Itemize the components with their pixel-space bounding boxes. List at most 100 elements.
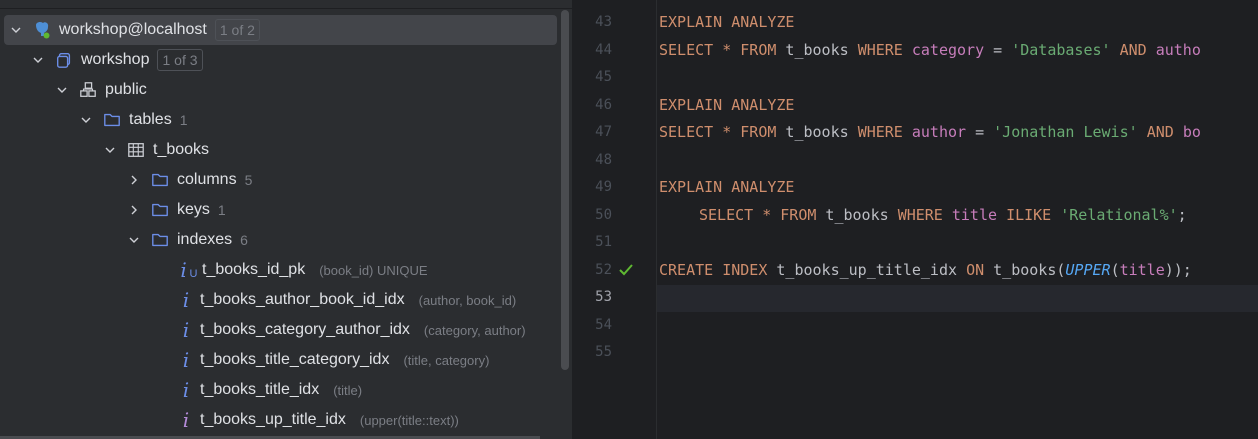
- tree-node-schema[interactable]: public: [0, 75, 572, 105]
- tree-node-tables[interactable]: tables 1: [0, 105, 572, 135]
- chevron-right-icon[interactable]: [126, 202, 142, 218]
- index-name: t_books_category_author_idx: [200, 321, 410, 338]
- line-number: 52: [595, 262, 612, 278]
- sql-star: *: [713, 41, 741, 59]
- tree-vertical-scrollbar[interactable]: [561, 10, 569, 370]
- datasource-label: workshop@localhost: [59, 21, 207, 38]
- tree-node-index[interactable]: i t_books_author_book_id_idx (author, bo…: [0, 285, 572, 315]
- sql-editor[interactable]: 43 44 45 46 47 48 49 50 51 52 53 54 55 E…: [572, 0, 1258, 439]
- sql-keyword: EXPLAIN ANALYZE: [659, 178, 795, 196]
- tree-node-index[interactable]: i t_books_title_idx (title): [0, 375, 572, 405]
- line-number: 54: [595, 317, 612, 333]
- sql-text: t_books: [816, 206, 898, 224]
- sql-column: category: [911, 41, 985, 59]
- datasource-count-badge[interactable]: 1 of 2: [214, 19, 260, 41]
- sql-column: bo: [1182, 123, 1201, 141]
- unique-index-icon: iU: [180, 258, 198, 282]
- database-icon: [54, 50, 74, 70]
- code-line[interactable]: SELECT * FROM t_books WHERE category = '…: [659, 37, 1201, 64]
- code-line[interactable]: EXPLAIN ANALYZE: [659, 174, 794, 201]
- sql-text: t_books: [776, 41, 858, 59]
- code-line[interactable]: CREATE INDEX t_books_up_title_idx ON t_b…: [659, 257, 1192, 284]
- tables-count: 1: [179, 112, 188, 128]
- tree-node-database[interactable]: workshop 1 of 3: [0, 45, 572, 75]
- index-icon: i: [182, 288, 190, 312]
- database-count-badge[interactable]: 1 of 3: [157, 49, 203, 71]
- code-line[interactable]: EXPLAIN ANALYZE: [659, 92, 794, 119]
- sql-keyword: EXPLAIN ANALYZE: [659, 96, 795, 114]
- sql-keyword: SELECT: [659, 123, 714, 141]
- tree-node-datasource[interactable]: workshop@localhost 1 of 2: [4, 15, 557, 45]
- sql-keyword: ON: [966, 261, 985, 279]
- tree-node-indexes[interactable]: indexes 6: [0, 225, 572, 255]
- code-line[interactable]: SELECT * FROM t_books WHERE title ILIKE …: [699, 202, 1187, 229]
- chevron-down-icon[interactable]: [78, 112, 94, 128]
- index-name: t_books_title_category_idx: [200, 351, 390, 368]
- chevron-down-icon[interactable]: [30, 52, 46, 68]
- sql-column: autho: [1155, 41, 1201, 59]
- index-name: t_books_up_title_idx: [200, 411, 346, 428]
- line-number: 55: [595, 344, 612, 360]
- index-name: t_books_author_book_id_idx: [200, 291, 405, 308]
- code-line[interactable]: SELECT * FROM t_books WHERE author = 'Jo…: [659, 119, 1201, 146]
- sql-keyword: SELECT: [699, 206, 754, 224]
- schema-icon: [78, 80, 98, 100]
- sql-keyword: AND: [1119, 41, 1147, 59]
- tree-node-columns[interactable]: columns 5: [0, 165, 572, 195]
- index-icon: i: [182, 408, 190, 432]
- tree-node-index[interactable]: i t_books_category_author_idx (category,…: [0, 315, 572, 345]
- sql-keyword: WHERE: [897, 206, 943, 224]
- editor-gutter: 43 44 45 46 47 48 49 50 51 52 53 54 55: [572, 0, 657, 439]
- sql-keyword: SELECT: [659, 41, 714, 59]
- chevron-down-icon[interactable]: [102, 142, 118, 158]
- postgresql-elephant-icon: [32, 20, 52, 40]
- tree-node-index[interactable]: iU t_books_id_pk (book_id) UNIQUE: [0, 255, 572, 285]
- database-label: workshop: [81, 51, 150, 68]
- line-number: 51: [595, 234, 612, 250]
- index-icon: i: [182, 318, 190, 342]
- tree-node-keys[interactable]: keys 1: [0, 195, 572, 225]
- sql-text: ));: [1164, 261, 1192, 279]
- index-detail: (upper(title::text)): [359, 412, 459, 428]
- columns-label: columns: [177, 171, 237, 188]
- tree-node-table-t_books[interactable]: t_books: [0, 135, 572, 165]
- sql-text: t_books_up_title_idx: [767, 261, 967, 279]
- line-number: 44: [595, 42, 612, 58]
- tables-label: tables: [129, 111, 172, 128]
- folder-icon: [150, 230, 170, 250]
- chevron-down-icon[interactable]: [126, 232, 142, 248]
- table-icon: [126, 140, 146, 160]
- sql-keyword: FROM: [780, 206, 817, 224]
- chevron-down-icon[interactable]: [54, 82, 70, 98]
- sql-column: title: [951, 206, 998, 224]
- sql-string: 'Databases': [1011, 41, 1111, 59]
- keys-label: keys: [177, 201, 210, 218]
- code-line[interactable]: EXPLAIN ANALYZE: [659, 9, 794, 36]
- sql-keyword: AND: [1146, 123, 1174, 141]
- sql-string: 'Relational%': [1060, 206, 1178, 224]
- line-number: 45: [595, 69, 612, 85]
- line-number-current: 53: [595, 289, 612, 305]
- sql-keyword: WHERE: [857, 41, 903, 59]
- sql-keyword: ILIKE: [1006, 206, 1052, 224]
- sql-star: *: [753, 206, 781, 224]
- tree-node-index[interactable]: i t_books_title_category_idx (title, cat…: [0, 345, 572, 375]
- index-detail: (author, book_id): [418, 292, 517, 308]
- sql-keyword: EXPLAIN ANALYZE: [659, 13, 795, 31]
- line-number: 50: [595, 207, 612, 223]
- checkmark-icon[interactable]: [618, 262, 634, 278]
- sql-text: t_books: [776, 123, 858, 141]
- sql-keyword: WHERE: [857, 123, 903, 141]
- tree-node-index[interactable]: i t_books_up_title_idx (upper(title::tex…: [0, 405, 572, 435]
- chevron-down-icon[interactable]: [8, 22, 24, 38]
- index-icon: i: [182, 378, 190, 402]
- sql-keyword: FROM: [740, 41, 777, 59]
- chevron-right-icon[interactable]: [126, 172, 142, 188]
- index-detail: (title): [333, 382, 363, 398]
